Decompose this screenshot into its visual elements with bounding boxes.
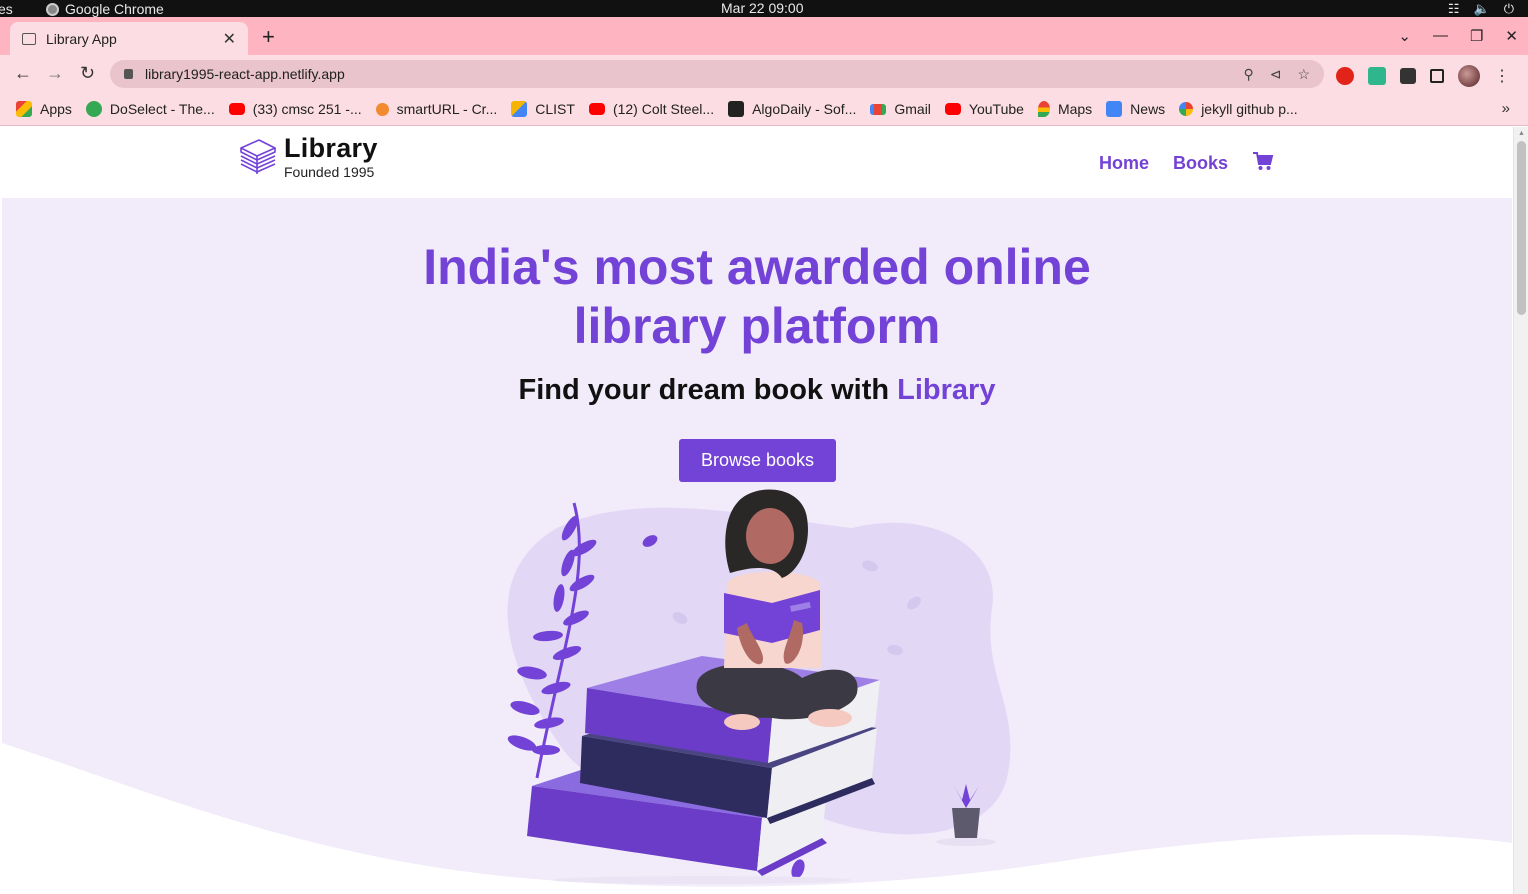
bookmark-item[interactable]: Maps	[1037, 101, 1092, 117]
bookmark-star-icon[interactable]: ☆	[1297, 66, 1310, 83]
smarturl-icon	[375, 102, 389, 116]
tab-title: Library App	[46, 30, 117, 47]
minimize-icon[interactable]: —	[1433, 27, 1448, 45]
bookmark-item[interactable]: YouTube	[944, 101, 1024, 117]
page-favicon-icon	[22, 32, 36, 45]
tab-strip: Library App ✕ + ⌄ — ❐ ✕	[0, 17, 1528, 55]
bookmark-item[interactable]: DoSelect - The...	[85, 101, 215, 117]
hero-subtitle: Find your dream book with Library	[518, 374, 996, 406]
address-bar[interactable]: library1995-react-app.netlify.app ⚲ ⊲ ☆	[110, 60, 1324, 88]
site-nav-links: Home Books	[1099, 151, 1274, 176]
hero-section: India's most awarded online library plat…	[2, 198, 1512, 894]
clist-icon	[511, 101, 528, 117]
system-clock[interactable]: Mar 22 09:00	[721, 0, 804, 17]
page-scrollbar[interactable]: ▲	[1513, 127, 1528, 894]
browser-toolbar: ← → ↻ library1995-react-app.netlify.app …	[0, 55, 1528, 93]
power-icon: ⏻	[1503, 0, 1514, 16]
page-viewport: Library Founded 1995 Home Books India's …	[2, 127, 1512, 894]
chrome-icon	[46, 2, 59, 16]
menu-kebab-icon[interactable]: ⋮	[1494, 66, 1510, 86]
reload-icon[interactable]: ↻	[80, 63, 95, 84]
bookmark-item[interactable]: AlgoDaily - Sof...	[728, 101, 856, 117]
more-bookmarks-button[interactable]: »	[1502, 100, 1510, 117]
hero-title: India's most awarded online library plat…	[423, 239, 1091, 354]
news-icon	[1106, 101, 1123, 117]
restore-icon[interactable]: ❐	[1470, 27, 1483, 45]
logo-subtitle: Founded 1995	[284, 164, 375, 180]
close-tab-icon[interactable]: ✕	[223, 29, 236, 49]
side-panel-icon[interactable]	[1430, 69, 1444, 83]
tab-library-app[interactable]: Library App ✕	[10, 22, 248, 55]
youtube-icon	[944, 103, 961, 115]
nav-books-link[interactable]: Books	[1173, 153, 1228, 174]
bookmark-item[interactable]: News	[1106, 101, 1165, 117]
opera-extension-icon[interactable]	[1336, 67, 1354, 85]
book-stack-logo-icon	[240, 139, 276, 174]
browse-books-button[interactable]: Browse books	[679, 439, 836, 482]
hero-subtitle-accent: Library	[897, 374, 996, 406]
profile-avatar[interactable]	[1458, 65, 1480, 87]
activities-button[interactable]: es	[0, 1, 13, 17]
check-circle-icon	[85, 101, 102, 117]
google-icon	[1179, 102, 1194, 116]
reading-girl-illustration	[2, 489, 1512, 894]
url-text: library1995-react-app.netlify.app	[145, 66, 345, 82]
site-navbar: Library Founded 1995 Home Books	[2, 127, 1512, 198]
zoom-icon[interactable]: ⚲	[1243, 66, 1253, 83]
cart-icon[interactable]	[1252, 151, 1274, 176]
bookmark-item[interactable]: CLIST	[511, 101, 575, 117]
bookmark-item[interactable]: Gmail	[870, 101, 931, 117]
window-controls: ⌄ — ❐ ✕	[1398, 27, 1518, 45]
scroll-up-icon[interactable]: ▲	[1518, 130, 1525, 137]
puzzle-extensions-icon[interactable]	[1400, 68, 1416, 84]
maps-pin-icon	[1037, 101, 1050, 117]
active-app-name: Google Chrome	[65, 1, 164, 17]
site-logo[interactable]: Library Founded 1995	[238, 135, 378, 179]
system-tray[interactable]: ☷ 🔈 ⏻	[1448, 0, 1514, 17]
close-window-icon[interactable]: ✕	[1505, 27, 1518, 45]
scrollbar-thumb[interactable]	[1517, 141, 1526, 315]
bookmark-item[interactable]: Apps	[16, 101, 72, 117]
logo-title: Library	[284, 133, 378, 163]
lock-icon[interactable]	[124, 69, 133, 79]
bookmark-item[interactable]: jekyll github p...	[1179, 101, 1298, 117]
nav-home-link[interactable]: Home	[1099, 153, 1149, 174]
back-icon[interactable]: ←	[14, 63, 32, 84]
bookmark-item[interactable]: (33) cmsc 251 -...	[228, 101, 362, 117]
new-tab-button[interactable]: +	[262, 26, 275, 48]
active-app-indicator[interactable]: Google Chrome	[46, 1, 164, 17]
gmail-icon	[870, 103, 887, 115]
forward-icon[interactable]: →	[46, 63, 64, 84]
mail-extension-icon[interactable]	[1368, 67, 1386, 85]
network-icon: ☷	[1447, 0, 1460, 16]
bookmarks-bar: Apps DoSelect - The... (33) cmsc 251 -..…	[0, 93, 1528, 126]
bookmark-item[interactable]: (12) Colt Steel...	[588, 101, 714, 117]
youtube-icon	[588, 103, 605, 115]
apps-grid-icon	[16, 101, 32, 117]
share-icon[interactable]: ⊲	[1270, 66, 1282, 83]
algodaily-icon	[728, 101, 745, 117]
tab-search-icon[interactable]: ⌄	[1398, 27, 1411, 45]
bookmark-item[interactable]: smartURL - Cr...	[375, 101, 497, 117]
volume-icon: 🔈	[1473, 0, 1490, 16]
os-top-bar: es Google Chrome Mar 22 09:00 ☷ 🔈 ⏻	[0, 0, 1528, 17]
extensions-area: ⋮	[1336, 65, 1510, 87]
youtube-icon	[228, 103, 245, 115]
